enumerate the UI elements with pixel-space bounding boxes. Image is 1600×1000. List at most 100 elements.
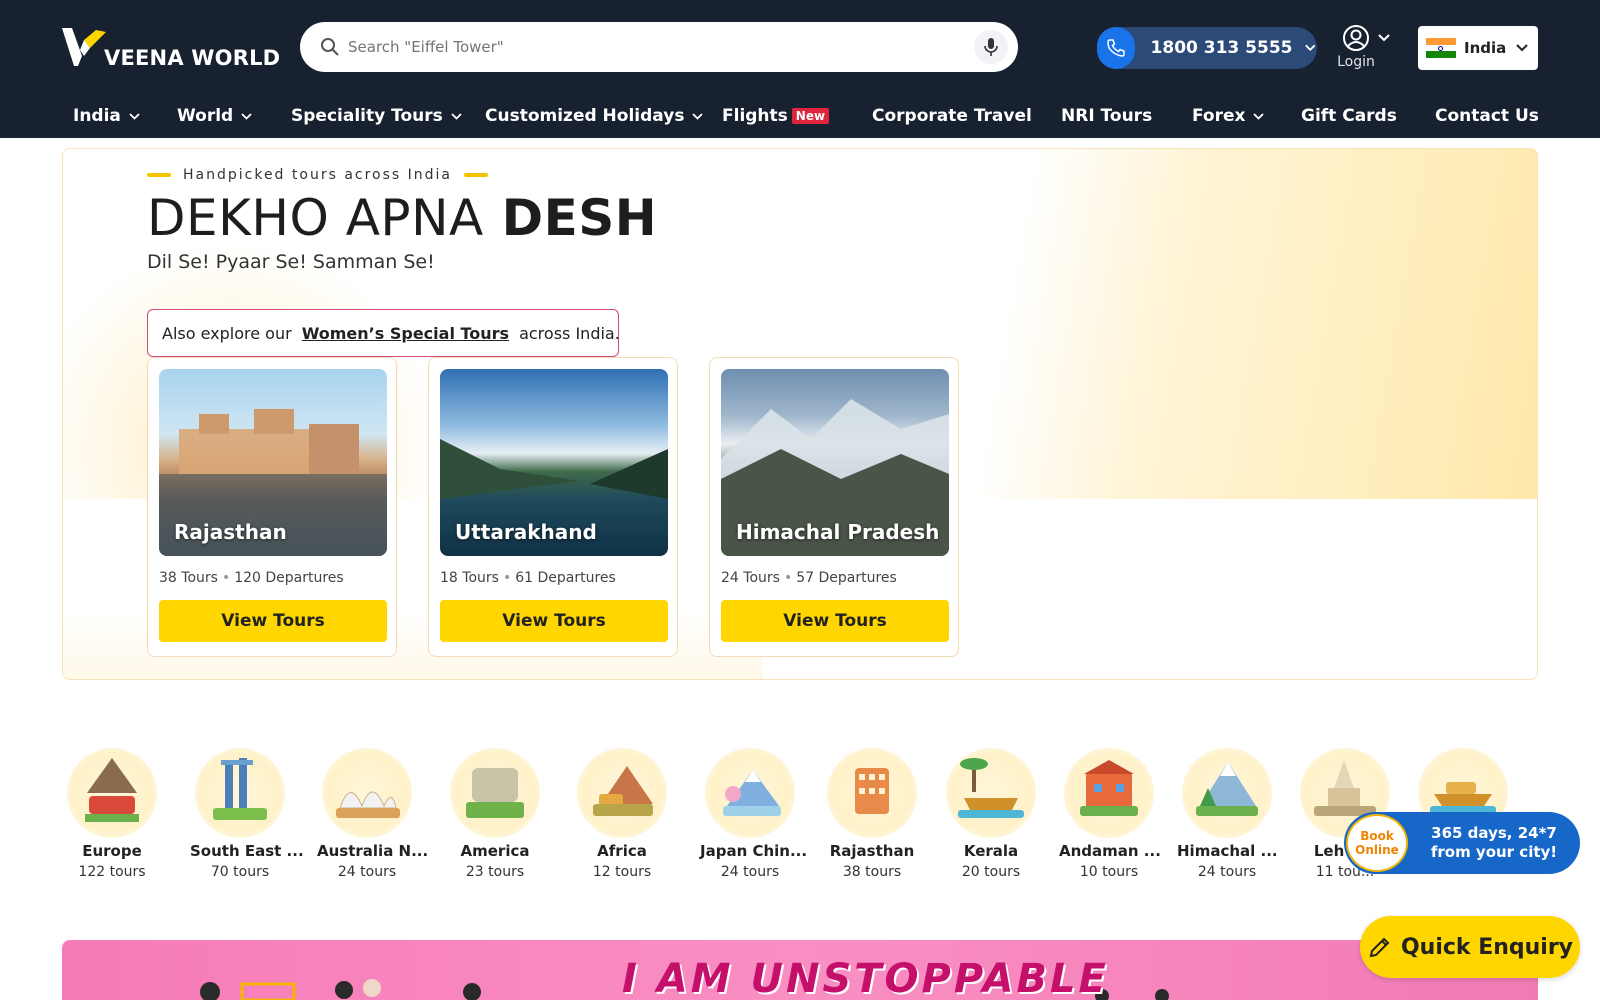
hero-title-light: DEKHO APNA (147, 189, 484, 247)
pencil-icon (1369, 937, 1390, 958)
destination-south-east-asia[interactable]: South East ... 70 tours (190, 748, 304, 880)
destination-africa[interactable]: Africa 12 tours (572, 748, 672, 880)
destination-card-rajasthan[interactable]: Rajasthan 38 Tours • 120 Departures View T… (147, 357, 397, 657)
nav-item-india[interactable]: India (73, 94, 140, 138)
destination-andaman[interactable]: Andaman ... 10 tours (1059, 748, 1161, 880)
hero-title-bold: DESH (501, 189, 658, 247)
search-input[interactable] (348, 38, 948, 56)
book-online-line1: Book (1360, 829, 1394, 843)
destination-count: 24 tours (1197, 864, 1257, 880)
destination-australia[interactable]: Australia N... 24 tours (317, 748, 429, 880)
nav-item-label: Corporate Travel (872, 106, 1032, 126)
nav-item-customized-holidays[interactable]: Customized Holidays (485, 94, 704, 138)
himachal-icon (1182, 748, 1272, 838)
quick-enquiry-label: Quick Enquiry (1400, 934, 1574, 960)
card-title: Himachal Pradesh (736, 520, 940, 544)
card-departures-count: 57 Departures (796, 570, 897, 586)
hero-section: Handpicked tours across India DEKHO APNA… (62, 148, 1538, 680)
destination-america[interactable]: America 23 tours (445, 748, 545, 880)
destination-count: 10 tours (1079, 864, 1139, 880)
destination-count: 70 tours (210, 864, 270, 880)
card-title: Uttarakhand (455, 520, 597, 544)
destination-himachal[interactable]: Himachal ... 24 tours (1177, 748, 1278, 880)
card-image-rajasthan: Rajasthan (159, 369, 387, 556)
brand-logo[interactable]: VEENA WORLD (62, 26, 280, 70)
login-label: Login (1337, 54, 1375, 70)
card-meta: 18 Tours • 61 Departures (440, 570, 616, 586)
destination-count: 24 tours (720, 864, 780, 880)
nav-item-contact-us[interactable]: Contact Us (1435, 94, 1539, 138)
user-icon (1343, 25, 1369, 51)
south-east-asia-icon (195, 748, 285, 838)
card-tours-count: 24 Tours (721, 570, 780, 586)
logo-mark-icon (62, 28, 106, 66)
book-online-badge: Book Online (1346, 814, 1408, 872)
search-icon (321, 38, 339, 56)
chevron-down-icon (1305, 44, 1316, 52)
nav-item-label: Customized Holidays (485, 106, 685, 126)
book-online-line2: Online (1355, 843, 1399, 857)
destination-name: Australia N... (317, 842, 429, 860)
destination-name: America (460, 842, 530, 860)
card-title: Rajasthan (174, 520, 287, 544)
destination-kerala[interactable]: Kerala 20 tours (941, 748, 1041, 880)
chevron-down-icon (1378, 34, 1390, 42)
phone-number: 1800 313 5555 (1150, 38, 1293, 58)
hero-title: DEKHO APNA DESH (147, 189, 657, 247)
india-flag-icon (1426, 38, 1456, 59)
view-tours-button[interactable]: View Tours (159, 600, 387, 642)
destination-europe[interactable]: Europe 122 tours (62, 748, 162, 880)
destination-name: Andaman ... (1059, 842, 1161, 860)
unstoppable-banner[interactable]: I AM UNSTOPPABLE (62, 940, 1538, 1000)
nav-item-label: Flights (722, 106, 788, 126)
book-online-banner[interactable]: Book Online 365 days, 24*7 from your cit… (1344, 812, 1580, 874)
country-selector[interactable]: India (1418, 26, 1538, 70)
search-bar[interactable] (300, 22, 1018, 72)
card-tours-count: 18 Tours (440, 570, 499, 586)
destination-count: 20 tours (961, 864, 1021, 880)
europe-icon (67, 748, 157, 838)
nav-item-nri-tours[interactable]: NRI Tours (1061, 94, 1152, 138)
nav-item-corporate-travel[interactable]: Corporate Travel (872, 94, 1032, 138)
view-tours-button[interactable]: View Tours (721, 600, 949, 642)
nav-item-label: Contact Us (1435, 106, 1539, 126)
quick-enquiry-button[interactable]: Quick Enquiry (1360, 916, 1580, 978)
nav-item-forex[interactable]: Forex (1192, 94, 1265, 138)
destination-rajasthan[interactable]: Rajasthan 38 tours (822, 748, 922, 880)
voice-search-button[interactable] (974, 30, 1008, 64)
destination-name: Rajasthan (829, 842, 915, 860)
womens-tours-callout: Also explore our Women’s Special Tours a… (147, 309, 620, 357)
card-meta: 38 Tours • 120 Departures (159, 570, 344, 586)
destination-name: Kerala (963, 842, 1019, 860)
destination-name: Europe (82, 842, 142, 860)
japan-china-icon (705, 748, 795, 838)
womens-special-tours-link[interactable]: Women’s Special Tours (302, 324, 509, 343)
main-nav: India World Speciality Tours Customized … (0, 94, 1600, 138)
hero-eyebrow: Handpicked tours across India (147, 167, 500, 183)
destination-count: 122 tours (78, 864, 146, 880)
nav-item-flights[interactable]: Flights New (722, 94, 830, 138)
destination-card-himachal-pradesh[interactable]: Himachal Pradesh 24 Tours • 57 Departures … (709, 357, 959, 657)
view-tours-button[interactable]: View Tours (440, 600, 668, 642)
card-image-himachal: Himachal Pradesh (721, 369, 949, 556)
chevron-down-icon (1253, 112, 1265, 120)
nav-item-world[interactable]: World (177, 94, 252, 138)
country-label: India (1464, 39, 1507, 57)
destination-count: 23 tours (465, 864, 525, 880)
nav-item-speciality-tours[interactable]: Speciality Tours (291, 94, 462, 138)
phone-dropdown[interactable]: 1800 313 5555 (1097, 27, 1317, 69)
destination-japan-china[interactable]: Japan Chin... 24 tours (700, 748, 808, 880)
login-button[interactable]: Login (1336, 24, 1396, 74)
explore-prefix: Also explore our (162, 323, 292, 343)
chevron-down-icon (241, 112, 252, 120)
nav-item-label: World (177, 106, 234, 126)
destination-card-uttarakhand[interactable]: Uttarakhand 18 Tours • 61 Departures View … (428, 357, 678, 657)
destination-name: Japan Chin... (700, 842, 808, 860)
chevron-down-icon (692, 112, 704, 120)
card-image-uttarakhand: Uttarakhand (440, 369, 668, 556)
book-online-text-line2: from your city! (1430, 843, 1558, 861)
destination-name: Africa (597, 842, 647, 860)
banner-title: I AM UNSTOPPABLE (622, 956, 1109, 1000)
phone-icon-wrap (1097, 27, 1135, 69)
nav-item-gift-cards[interactable]: Gift Cards (1301, 94, 1397, 138)
